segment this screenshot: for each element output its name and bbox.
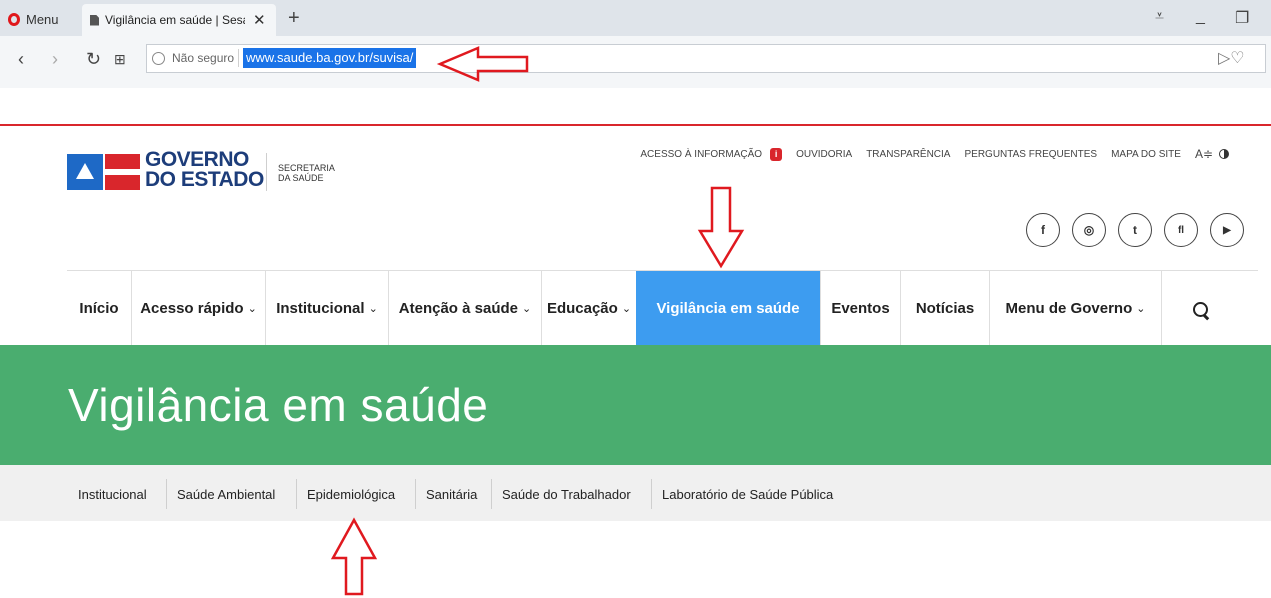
search-icon[interactable] [1193, 302, 1208, 317]
state-logo-red-bar [105, 175, 140, 190]
logo-divider [266, 153, 267, 191]
opera-logo-icon [8, 12, 20, 26]
tab-menu-icon[interactable]: ⩡ [1155, 8, 1164, 26]
globe-icon [152, 52, 165, 65]
facebook-icon[interactable]: f [1026, 213, 1060, 247]
youtube-icon[interactable]: ▶ [1210, 213, 1244, 247]
logo-line-2: DO ESTADO [145, 168, 264, 191]
nav-educacao[interactable]: Educação ⌄ [541, 271, 636, 345]
address-separator [238, 49, 239, 67]
page-title: Vigilância em saúde [68, 379, 489, 431]
top-links: ACESSO À INFORMAÇÃO i OUVIDORIA TRANSPAR… [626, 147, 1229, 161]
nav-vigilancia-saude[interactable]: Vigilância em saúde [636, 271, 820, 345]
send-heart-icons[interactable]: ▷♡ [1218, 48, 1245, 68]
speed-dial-icon[interactable]: ⊞ [114, 51, 126, 68]
browser-menu-label: Menu [26, 11, 59, 27]
subnav-sanitaria[interactable]: Sanitária [415, 479, 487, 509]
subnav-saude-ambiental[interactable]: Saúde Ambiental [166, 479, 285, 509]
link-perguntas-frequentes[interactable]: PERGUNTAS FREQUENTES [964, 149, 1097, 160]
link-transparencia[interactable]: TRANSPARÊNCIA [866, 149, 950, 160]
chevron-down-icon: ⌄ [621, 302, 632, 315]
nav-acesso-rapido[interactable]: Acesso rápido ⌄ [131, 271, 265, 345]
chevron-down-icon: ⌄ [368, 302, 378, 315]
new-tab-button[interactable]: + [288, 7, 300, 30]
forward-icon[interactable]: › [52, 49, 58, 70]
nav-label: Atenção à saúde [398, 299, 518, 317]
contrast-icon[interactable] [1219, 149, 1229, 159]
subnav-epidemiologica[interactable]: Epidemiológica [296, 479, 405, 509]
secretaria-line-1: SECRETARIA [278, 163, 335, 173]
chevron-down-icon: ⌄ [247, 302, 257, 315]
back-icon[interactable]: ‹ [18, 49, 24, 70]
tab-close-icon[interactable]: ✕ [253, 11, 266, 29]
nav-eventos[interactable]: Eventos [820, 271, 900, 345]
nav-label: Eventos [831, 299, 890, 317]
reload-icon[interactable]: ↻ [86, 49, 101, 70]
link-ouvidoria[interactable]: OUVIDORIA [796, 149, 852, 160]
minimize-icon[interactable]: _ [1196, 8, 1205, 26]
font-size-toggle[interactable]: A≑ [1195, 147, 1213, 161]
nav-atencao-saude[interactable]: Atenção à saúde ⌄ [388, 271, 541, 345]
subnav-laboratorio[interactable]: Laboratório de Saúde Pública [651, 479, 843, 509]
nav-label: Início [79, 299, 119, 317]
url-text[interactable]: www.saude.ba.gov.br/suvisa/ [243, 48, 417, 68]
subnav-institucional[interactable]: Institucional [78, 479, 156, 509]
link-acesso-informacao[interactable]: ACESSO À INFORMAÇÃO [640, 149, 762, 160]
state-logo-triangle [76, 163, 94, 179]
nav-label: Menu de Governo [1005, 299, 1133, 317]
info-icon[interactable]: i [770, 147, 783, 161]
flickr-icon[interactable]: fl [1164, 213, 1198, 247]
secretaria-line-2: DA SAÚDE [278, 173, 324, 183]
twitter-icon[interactable]: t [1118, 213, 1152, 247]
subnav-saude-trabalhador[interactable]: Saúde do Trabalhador [491, 479, 641, 509]
annotation-arrow-up [330, 517, 378, 596]
nav-noticias[interactable]: Notícias [900, 271, 989, 345]
annotation-arrow-down [697, 186, 745, 269]
government-logo-text[interactable]: GOVERNO DO ESTADO [145, 148, 264, 191]
link-mapa-do-site[interactable]: MAPA DO SITE [1111, 149, 1181, 160]
document-icon [90, 14, 99, 26]
nav-label: Notícias [915, 299, 975, 317]
nav-label: Acesso rápido [140, 299, 244, 317]
not-secure-label: Não seguro [172, 51, 235, 65]
secretaria-label: SECRETARIA DA SAÚDE [278, 163, 335, 183]
instagram-icon[interactable]: ◎ [1072, 213, 1106, 247]
chevron-down-icon: ⌄ [522, 302, 532, 315]
nav-label: Educação [546, 299, 618, 317]
nav-inicio[interactable]: Início [67, 271, 131, 345]
tab-title: Vigilância em saúde | Sesa [105, 13, 245, 27]
logo-line-1: GOVERNO [145, 148, 249, 171]
state-logo-red-bar [105, 154, 140, 169]
header-top-line [0, 124, 1271, 126]
nav-label: Institucional [276, 299, 365, 317]
restore-icon[interactable]: ❐ [1235, 8, 1249, 28]
browser-tab[interactable]: Vigilância em saúde | Sesa ✕ [82, 4, 276, 36]
page-banner: Vigilância em saúde [0, 345, 1271, 465]
nav-label: Vigilância em saúde [656, 299, 800, 317]
chevron-down-icon: ⌄ [1136, 302, 1146, 315]
browser-menu-button[interactable]: Menu [8, 9, 59, 29]
nav-institucional[interactable]: Institucional ⌄ [265, 271, 388, 345]
nav-menu-governo[interactable]: Menu de Governo ⌄ [989, 271, 1161, 345]
